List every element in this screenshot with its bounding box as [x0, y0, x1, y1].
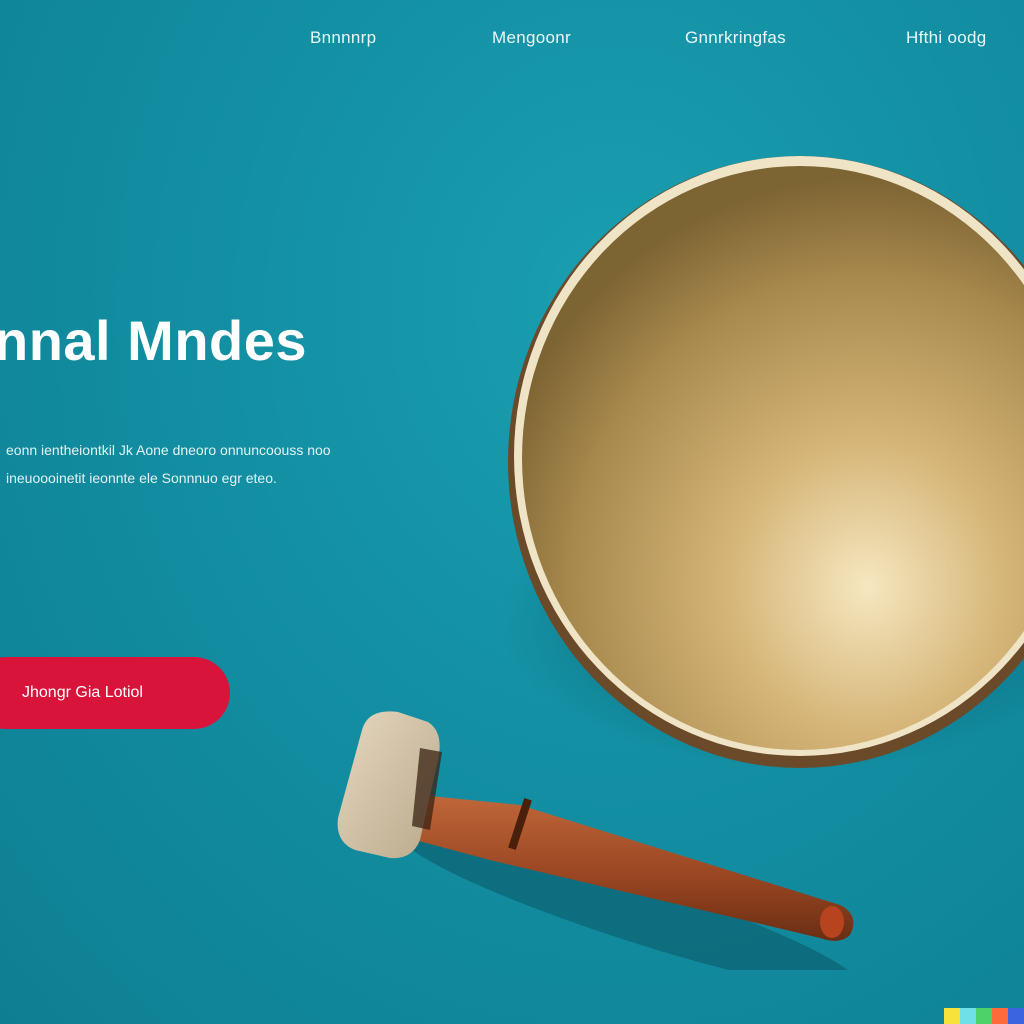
- nav-link-1[interactable]: Bnnnnrp: [310, 28, 376, 48]
- nav-link-4[interactable]: Hfthi oodg: [906, 28, 987, 48]
- nav-link-2[interactable]: Mengoonr: [492, 28, 571, 48]
- color-swatch: [992, 1008, 1008, 1024]
- color-swatch: [976, 1008, 992, 1024]
- hero-text-line-1: eonn ientheiontkil Jk Aone dneoro onnunc…: [6, 442, 331, 458]
- mallet-icon: [320, 700, 880, 990]
- hero-text-line-2: ineuoooinetit ieonnte ele Sonnnuo egr et…: [6, 470, 277, 486]
- hero-title: nnal Mndes: [0, 309, 308, 372]
- singing-bowl-icon: [500, 140, 1024, 790]
- color-swatch: [944, 1008, 960, 1024]
- hero-description: eonn ientheiontkil Jk Aone dneoro onnunc…: [6, 436, 446, 492]
- top-nav: Bnnnnrp Mengoonr Gnnrkringfas Hfthi oodg: [0, 28, 1024, 56]
- color-swatch: [960, 1008, 976, 1024]
- color-swatch: [1008, 1008, 1024, 1024]
- nav-link-3[interactable]: Gnnrkringfas: [685, 28, 786, 48]
- color-strip: [944, 1008, 1024, 1024]
- cta-button[interactable]: Jhongr Gia Lotiol: [0, 657, 230, 729]
